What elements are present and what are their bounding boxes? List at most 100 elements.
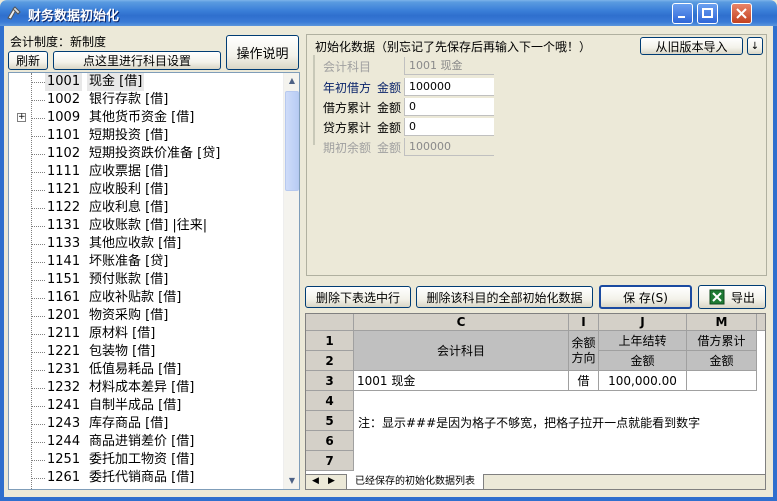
tree-item-label: 1231	[47, 362, 81, 377]
save-button[interactable]: 保 存(S)	[599, 285, 692, 309]
tree-item[interactable]: +1009 其他货币资金 [借]	[9, 109, 287, 127]
column-header-extra[interactable]	[757, 314, 765, 331]
tree-item[interactable]: 1221 包装物 [借]	[9, 343, 287, 361]
tree-item-name: 应收利息 [借]	[89, 200, 169, 215]
tree-item[interactable]: 1201 物资采购 [借]	[9, 307, 287, 325]
tree-item[interactable]: 1001 现金 [借]	[9, 73, 287, 91]
closing-balance-field: 100000	[404, 138, 494, 156]
tree-item[interactable]: 1244 商品进销差价 [借]	[9, 433, 287, 451]
tree-connector	[31, 226, 45, 227]
excel-icon	[709, 289, 725, 305]
tree-item[interactable]: 1002 银行存款 [借]	[9, 91, 287, 109]
row3-subject-cell[interactable]: 1001 现金	[354, 371, 569, 391]
scroll-thumb[interactable]	[285, 91, 299, 191]
row3-debit-cumulative-cell[interactable]	[687, 371, 757, 391]
row-header[interactable]: 3	[306, 371, 354, 391]
tree-item[interactable]: 1161 应收补贴款 [借]	[9, 289, 287, 307]
delete-selected-row-button[interactable]: 删除下表选中行	[305, 286, 411, 308]
header-balance-direction-cell[interactable]: 余额方向	[569, 331, 599, 371]
saved-init-data-sheet[interactable]: C I J M 1234567 会计科目 余额方向 上年结转 借方累计 金额 金…	[305, 313, 766, 490]
sheet-corner[interactable]	[306, 314, 354, 331]
tab-saved-init-data[interactable]: 已经保存的初始化数据列表	[346, 474, 484, 489]
column-header-m[interactable]: M	[687, 314, 757, 331]
tree-item[interactable]: 1131 应收账款 [借] |往来|	[9, 217, 287, 235]
tree-item[interactable]: 1111 应收票据 [借]	[9, 163, 287, 181]
debit-cumulative-input[interactable]: 0	[404, 98, 494, 116]
tree-item[interactable]: 1141 坏账准备 [贷]	[9, 253, 287, 271]
tree-connector	[31, 154, 45, 155]
tree-item[interactable]: 1133 其他应收款 [借]	[9, 235, 287, 253]
subject-setup-button[interactable]: 点这里进行科目设置	[53, 51, 221, 70]
tree-item-name: 其他应收款 [借]	[89, 236, 182, 251]
import-dropdown-button[interactable]: ↓	[747, 37, 763, 55]
close-button[interactable]	[731, 3, 752, 24]
tree-item[interactable]: 1232 材料成本差异 [借]	[9, 379, 287, 397]
export-label: 导出	[730, 290, 755, 305]
tab-prev-icon[interactable]: ◀	[312, 476, 319, 486]
minimize-icon	[678, 16, 685, 18]
column-header-j[interactable]: J	[599, 314, 687, 331]
header-subject-cell[interactable]: 会计科目	[354, 331, 569, 371]
tree-item[interactable]: 1261 委托代销商品 [借]	[9, 469, 287, 487]
app-icon	[7, 6, 21, 20]
tree-item-name: 现金 [借]	[87, 73, 145, 91]
scroll-up-icon[interactable]: ▲	[284, 73, 299, 89]
row-header[interactable]: 2	[306, 351, 354, 371]
tree-item[interactable]: 1102 短期投资跌价准备 [贷]	[9, 145, 287, 163]
delete-all-init-data-button[interactable]: 删除该科目的全部初始化数据	[416, 286, 593, 308]
sheet-note: 注：显示###是因为格子不够宽，把格子拉开一点就能看到数字	[358, 416, 701, 430]
tree-item-label: 1122	[47, 200, 81, 215]
row-header[interactable]: 6	[306, 431, 354, 451]
tree-connector	[31, 352, 45, 353]
row3-amount-cell[interactable]: 100,000.00	[599, 371, 687, 391]
tree-item[interactable]: 1151 预付账款 [借]	[9, 271, 287, 289]
opening-debit-input[interactable]: 100000	[404, 78, 494, 96]
tree-item-name: 包装物 [借]	[89, 344, 156, 359]
tree-item-label: 1243	[47, 416, 81, 431]
tree-item[interactable]: 1243 库存商品 [借]	[9, 415, 287, 433]
row-header[interactable]: 4	[306, 391, 354, 411]
header-last-year-cell[interactable]: 上年结转	[599, 331, 687, 351]
header-amount-cell-2[interactable]: 金额	[687, 351, 757, 371]
row-header[interactable]: 5	[306, 411, 354, 431]
header-debit-cumulative-cell[interactable]: 借方累计	[687, 331, 757, 351]
tree-scrollbar[interactable]: ▲ ▼	[283, 73, 299, 489]
help-button[interactable]: 操作说明	[226, 35, 299, 70]
row-header[interactable]: 7	[306, 451, 354, 471]
init-heading: 初始化数据（别忘记了先保存后再输入下一个哦！）	[315, 40, 592, 54]
tree-connector	[31, 190, 45, 191]
title-bar[interactable]: 财务数据初始化	[0, 0, 777, 26]
tree-item[interactable]: 1122 应收利息 [借]	[9, 199, 287, 217]
refresh-button[interactable]: 刷新	[8, 51, 48, 70]
tab-next-icon[interactable]: ▶	[328, 476, 335, 486]
tree-item[interactable]: 1251 委托加工物资 [借]	[9, 451, 287, 469]
import-old-version-button[interactable]: 从旧版本导入	[640, 37, 743, 55]
tree-item[interactable]: 1121 应收股利 [借]	[9, 181, 287, 199]
tree-connector	[31, 82, 45, 83]
header-amount-cell-1[interactable]: 金额	[599, 351, 687, 371]
tree-item-label: 1001	[45, 73, 83, 91]
row3-direction-cell[interactable]: 借	[569, 371, 599, 391]
tree-item[interactable]: 1211 原材料 [借]	[9, 325, 287, 343]
window-frame-bottom	[0, 497, 777, 501]
tree-item[interactable]: 1231 低值易耗品 [借]	[9, 361, 287, 379]
subject-tree[interactable]: 1001 现金 [借] 1002 银行存款 [借] +1009 其他货币资金 [借] 110…	[8, 72, 300, 490]
expand-plus-icon[interactable]: +	[17, 113, 26, 122]
minimize-button[interactable]	[672, 3, 693, 24]
credit-cumulative-input[interactable]: 0	[404, 118, 494, 136]
export-button[interactable]: 导出	[698, 285, 766, 309]
tree-item-name: 短期投资跌价准备 [贷]	[89, 146, 221, 161]
tree-connector	[31, 406, 45, 407]
column-header-i[interactable]: I	[569, 314, 599, 331]
row-header[interactable]: 1	[306, 331, 354, 351]
tree-item-label: 1133	[47, 236, 81, 251]
tree-item-name: 短期投资 [借]	[89, 128, 169, 143]
tree-item[interactable]: 1101 短期投资 [借]	[9, 127, 287, 145]
maximize-button[interactable]	[697, 3, 718, 24]
maximize-icon	[702, 8, 713, 18]
tree-item-name: 应收账款 [借] |往来|	[89, 218, 208, 233]
tree-item[interactable]: 1241 自制半成品 [借]	[9, 397, 287, 415]
column-header-c[interactable]: C	[354, 314, 569, 331]
scroll-down-icon[interactable]: ▼	[284, 473, 299, 489]
arrow-down-icon: ↓	[750, 40, 760, 52]
